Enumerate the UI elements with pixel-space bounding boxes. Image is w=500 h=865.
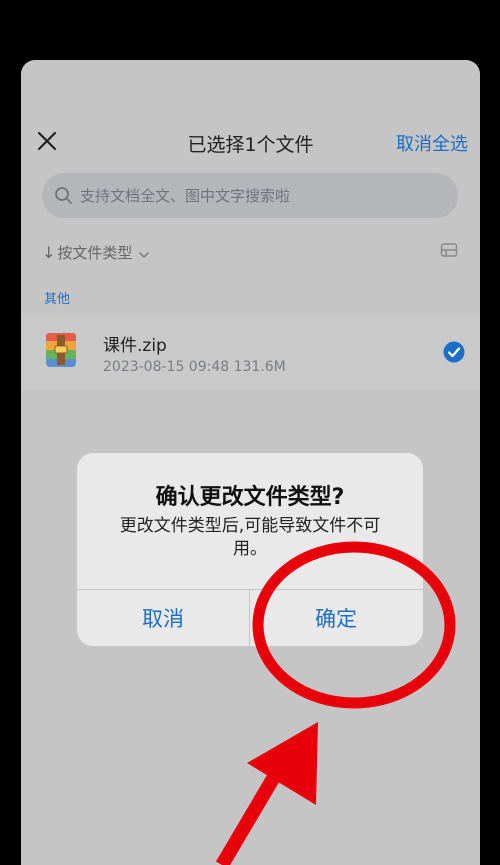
search-input[interactable]: 支持文档全文、图中文字搜索啦 — [42, 173, 458, 218]
search-placeholder: 支持文档全文、图中文字搜索啦 — [80, 187, 291, 205]
confirm-dialog: 确认更改文件类型? 更改文件类型后,可能导致文件不可用。 取消 确定 — [77, 453, 423, 646]
view-toggle-icon[interactable] — [440, 242, 458, 258]
sort-label: 按文件类型 — [57, 243, 133, 262]
section-label: 其他 — [44, 292, 71, 307]
sort-dropdown[interactable]: ↓ 按文件类型 — [42, 240, 150, 264]
list-item[interactable]: 课件.zip 2023-08-15 09:48 131.6M — [21, 315, 480, 390]
sort-direction-icon: ↓ — [42, 242, 56, 262]
cancel-button[interactable]: 取消 — [77, 590, 249, 646]
header: 已选择1个文件 取消全选 — [21, 60, 480, 165]
chevron-down-icon — [138, 246, 150, 258]
archive-file-icon — [45, 332, 77, 368]
confirm-button[interactable]: 确定 — [250, 590, 422, 646]
search-icon — [54, 186, 73, 205]
dialog-title: 确认更改文件类型? — [155, 485, 345, 510]
cancel-all-button[interactable]: 取消全选 — [396, 130, 468, 156]
file-name: 课件.zip — [103, 336, 167, 356]
file-meta: 2023-08-15 09:48 131.6M — [103, 359, 286, 375]
dialog-message: 更改文件类型后,可能导致文件不可用。 — [119, 516, 381, 559]
checkmark-icon[interactable] — [443, 341, 465, 363]
